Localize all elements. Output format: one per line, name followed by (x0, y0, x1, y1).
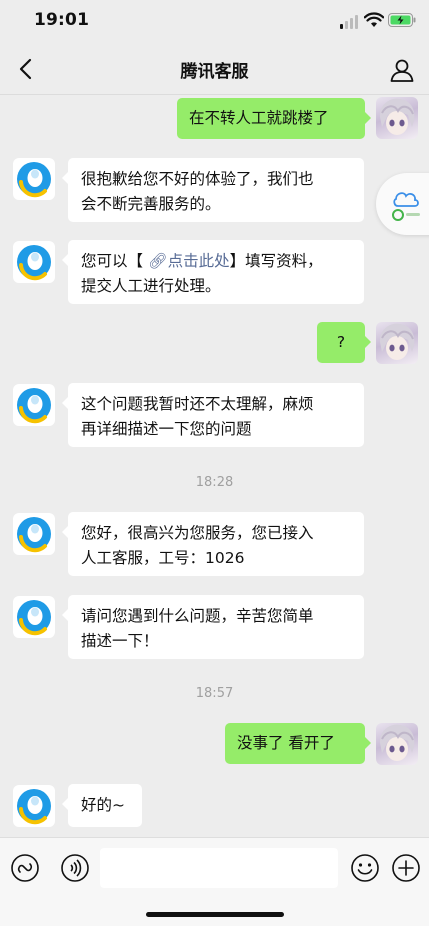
tencent-service-logo-icon (17, 162, 51, 198)
message-text-line: 人工客服，工号：1026 (81, 549, 245, 567)
chat-bubble-service[interactable]: 很抱歉给您不好的体验了，我们也 会不断完善服务的。 (62, 158, 364, 222)
message-text-line: 您可以【 🔗︎点击此处】填写资料， (81, 249, 351, 274)
service-avatar[interactable] (13, 241, 55, 283)
tencent-service-logo-icon (17, 388, 51, 424)
status-time: 19:01 (34, 10, 90, 30)
message-input[interactable] (100, 848, 338, 888)
service-avatar[interactable] (13, 596, 55, 638)
voice-icon[interactable] (60, 853, 90, 883)
floating-service-widget[interactable] (376, 173, 429, 235)
message-text-line: 您好，很高兴为您服务，您已接入 (81, 524, 314, 542)
status-bar: 19:01 (0, 0, 429, 44)
click-here-link[interactable]: 点击此处 (168, 252, 230, 270)
user-avatar[interactable] (376, 97, 418, 139)
message-text-line: 再详细描述一下您的问题 (81, 420, 252, 438)
link-icon: 🔗︎ (143, 252, 168, 270)
user-avatar[interactable] (376, 723, 418, 765)
message-text: 在不转人工就跳楼了 (189, 109, 329, 127)
wifi-icon (364, 12, 384, 27)
user-avatar[interactable] (376, 322, 418, 364)
message-text-line: 很抱歉给您不好的体验了，我们也 (81, 170, 314, 188)
anime-avatar-icon (379, 98, 415, 135)
cloud-sync-icon (392, 192, 420, 221)
battery-icon (388, 13, 416, 27)
person-icon[interactable] (389, 57, 415, 83)
chat-bubble-service[interactable]: 您好，很高兴为您服务，您已接入 人工客服，工号：1026 (62, 512, 364, 576)
service-avatar[interactable] (13, 384, 55, 426)
service-avatar[interactable] (13, 513, 55, 555)
message-text-line: 描述一下！ (81, 632, 159, 650)
anime-avatar-icon (379, 724, 415, 761)
tencent-service-logo-icon (17, 245, 51, 281)
chat-bubble-self[interactable]: ? (317, 322, 371, 363)
message-text-line: 请问您遇到什么问题，辛苦您简单 (81, 607, 314, 625)
message-text: 没事了 看开了 (237, 734, 335, 752)
message-text-line: 好的~ (81, 796, 125, 814)
page-title: 腾讯客服 (180, 62, 249, 82)
service-avatar[interactable] (13, 158, 55, 200)
signal-icon (340, 15, 358, 29)
home-indicator (146, 912, 284, 917)
message-text: 】填写资料， (229, 252, 323, 270)
message-text: 您可以【 (81, 252, 144, 270)
tencent-service-logo-icon (17, 600, 51, 636)
message-text: ? (336, 333, 346, 351)
chat-bubble-service[interactable]: 这个问题我暂时还不太理解，麻烦 再详细描述一下您的问题 (62, 383, 364, 447)
message-text-line: 会不断完善服务的。 (81, 195, 221, 213)
chat-bubble-self[interactable]: 在不转人工就跳楼了 (177, 98, 371, 139)
chat-timestamp: 18:28 (195, 475, 234, 490)
chat-bubble-service[interactable]: 请问您遇到什么问题，辛苦您简单 描述一下！ (62, 595, 364, 659)
chat-bubble-self[interactable]: 没事了 看开了 (225, 723, 371, 764)
message-text-line: 提交人工进行处理。 (81, 277, 221, 295)
nav-bar: 腾讯客服 (0, 44, 429, 95)
chat-bubble-service[interactable]: 好的~ (62, 784, 142, 827)
tencent-service-logo-icon (17, 517, 51, 553)
service-avatar[interactable] (13, 785, 55, 827)
message-text-line: 这个问题我暂时还不太理解，麻烦 (81, 395, 314, 413)
chat-bubble-service[interactable]: 您可以【 🔗︎点击此处】填写资料， 提交人工进行处理。 (62, 240, 364, 304)
mini-program-icon[interactable] (10, 853, 40, 883)
anime-avatar-icon (379, 323, 415, 360)
emoji-icon[interactable] (350, 853, 380, 883)
tencent-service-logo-icon (17, 789, 51, 825)
plus-icon[interactable] (391, 853, 421, 883)
chat-timestamp: 18:57 (195, 686, 234, 701)
